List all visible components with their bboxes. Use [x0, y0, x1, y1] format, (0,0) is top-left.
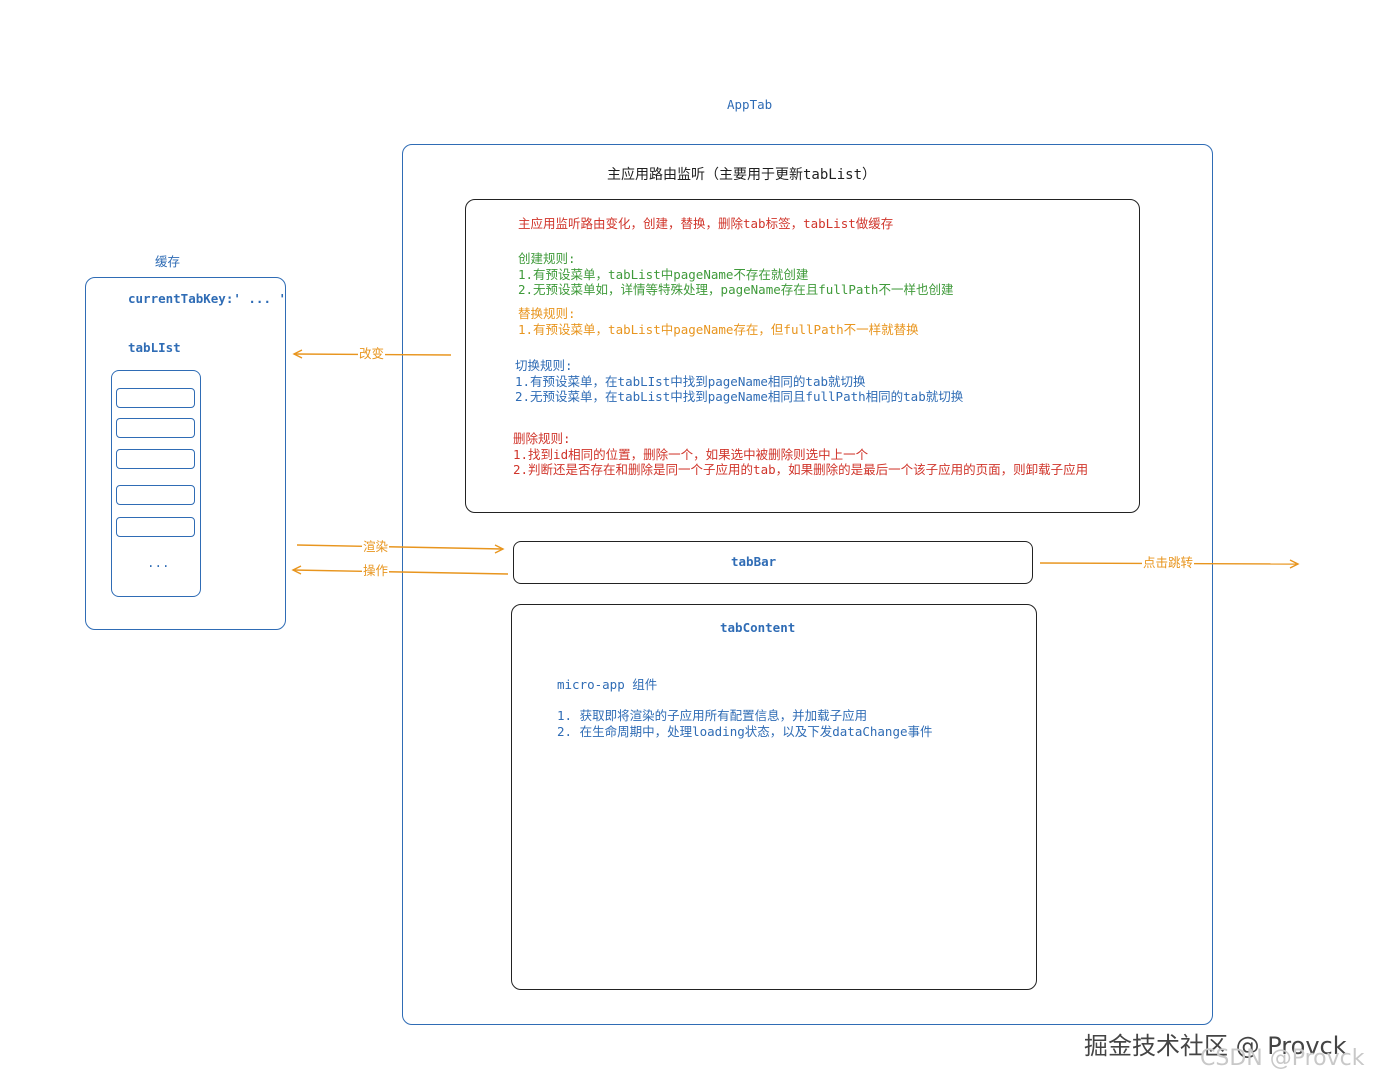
edge-label-operate: 操作	[362, 563, 390, 578]
csdn-watermark: CSDN @Provck	[1200, 1046, 1365, 1071]
operate-arrow-line	[292, 569, 509, 575]
edge-label-change: 改变	[358, 346, 386, 361]
render-arrow-line	[296, 544, 504, 550]
edge-label-click-jump: 点击跳转	[1142, 555, 1195, 570]
edge-label-render: 渲染	[362, 539, 390, 554]
connector-arrows	[291, 349, 1300, 575]
